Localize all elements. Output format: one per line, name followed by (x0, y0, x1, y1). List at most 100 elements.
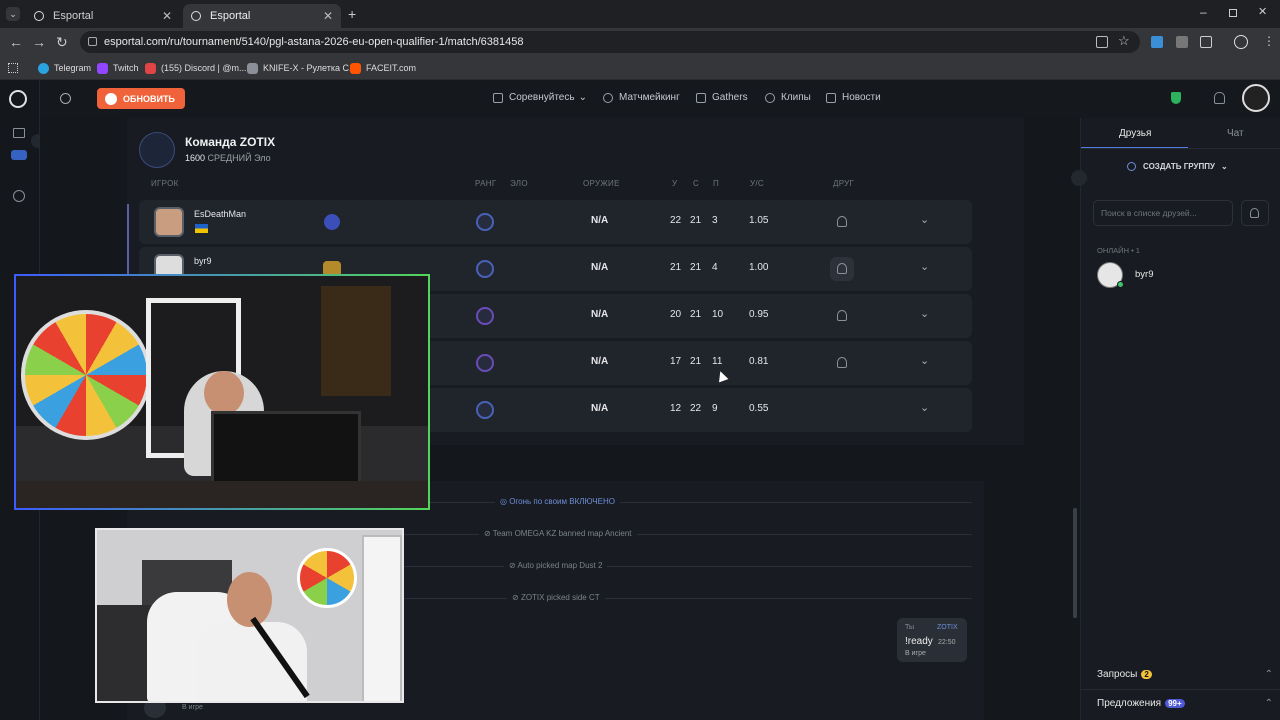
extension-icon[interactable] (1176, 36, 1188, 48)
twitch-icon (97, 62, 108, 74)
weapon: N/A (591, 262, 609, 273)
back-icon[interactable]: ← (9, 34, 23, 50)
prize-wheel-image (297, 548, 357, 608)
minimize-icon[interactable]: – (1200, 5, 1207, 19)
close-tab-icon[interactable]: ✕ (323, 9, 333, 23)
bookmarks-bar: Telegram Twitch (155) Discord | @m... KN… (0, 56, 1280, 80)
reload-icon[interactable]: ↻ (56, 34, 68, 50)
create-group-button[interactable]: СОЗДАТЬ ГРУППУ ⌄ (1127, 162, 1228, 171)
browser-tab[interactable]: Esportal ✕ (26, 4, 180, 28)
extensions-puzzle-icon[interactable] (1200, 36, 1212, 48)
team-icon (139, 132, 175, 168)
tab-title: Esportal (53, 10, 94, 22)
esportal-logo-icon[interactable] (9, 90, 27, 108)
update-button[interactable]: ОБНОВИТЬ (97, 88, 185, 109)
prize-wheel-image (21, 310, 151, 440)
side-icon: ⊘ (512, 593, 521, 602)
broadcast-icon[interactable] (13, 190, 25, 202)
friend-list-item[interactable]: byr9 (1097, 261, 1267, 289)
friends-search-input[interactable]: Поиск в списке друзей... (1093, 200, 1233, 226)
expand-chevron-icon[interactable]: ⌄ (920, 213, 929, 226)
shelf-image (362, 535, 402, 701)
translate-icon[interactable] (1096, 36, 1108, 48)
nav-matchmaking[interactable]: Матчмейкинг (603, 92, 680, 103)
deaths: 22 (690, 403, 702, 414)
nav-gathers[interactable]: Gathers (696, 92, 748, 103)
bookmark-twitch[interactable]: Twitch (97, 60, 139, 76)
nav-clips[interactable]: Клипы (765, 92, 811, 103)
users-icon (1127, 162, 1136, 171)
add-friend-icon (1250, 208, 1259, 218)
add-friend-icon[interactable] (837, 310, 847, 321)
site-top-nav: ОБНОВИТЬ Соревнуйтесь ⌄ Матчмейкинг Gathe… (40, 80, 1280, 118)
bookmark-star-icon[interactable]: ☆ (1118, 33, 1130, 49)
collapse-sidebar-icon[interactable] (1071, 170, 1087, 186)
url-input[interactable]: esportal.com/ru/tournament/5140/pgl-asta… (80, 31, 1140, 53)
chevron-down-icon: ⌄ (578, 92, 587, 103)
esportal-favicon-icon (191, 11, 201, 21)
player-name[interactable]: byr9 (194, 256, 212, 266)
site-info-icon[interactable] (88, 37, 97, 46)
rank-icon (476, 354, 494, 372)
bell-icon[interactable] (1214, 92, 1225, 104)
bookmark-telegram[interactable]: Telegram (38, 60, 91, 76)
team-badge-icon[interactable] (11, 150, 27, 160)
book-icon[interactable] (13, 128, 25, 138)
webcam-overlay-top (14, 274, 430, 510)
expand-chevron-icon[interactable]: ⌄ (920, 401, 929, 414)
update-label: ОБНОВИТЬ (123, 93, 175, 104)
player-row[interactable]: EsDeathMan N/A 22 21 3 1.05 ⌄ (139, 200, 972, 244)
browser-tab-active[interactable]: Esportal ✕ (183, 4, 341, 28)
bookmark-faceit[interactable]: FACEIT.com (350, 60, 416, 76)
tab-friends[interactable]: Друзья (1119, 128, 1151, 139)
sidebar-scrollbar[interactable] (1073, 508, 1076, 618)
maximize-icon[interactable] (1229, 9, 1237, 17)
new-tab-icon[interactable]: + (348, 6, 356, 22)
kills: 12 (670, 403, 682, 414)
user-avatar-icon[interactable] (1242, 84, 1270, 112)
tab-chat[interactable]: Чат (1227, 128, 1244, 139)
shield-icon[interactable] (1171, 92, 1181, 104)
bookmark-knifex[interactable]: KNIFE-X - Рулетка С... (247, 60, 357, 76)
kills: 17 (670, 356, 682, 367)
expand-chevron-icon[interactable]: ⌄ (920, 354, 929, 367)
expand-chevron-icon[interactable]: ⌄ (920, 307, 929, 320)
header-player: ИГРОК (151, 179, 179, 188)
player-name[interactable]: EsDeathMan (194, 209, 246, 219)
friend-name: byr9 (1135, 269, 1154, 280)
search-icon[interactable] (60, 93, 71, 104)
discord-icon (145, 62, 156, 74)
header-weapon: ОРУЖИЕ (583, 179, 620, 188)
close-window-icon[interactable]: ✕ (1258, 5, 1267, 18)
apps-grid-icon[interactable] (8, 63, 18, 73)
close-tab-icon[interactable]: ✕ (162, 9, 172, 23)
ukraine-flag-icon (195, 224, 208, 233)
nav-news[interactable]: Новости (826, 92, 881, 103)
expand-chevron-icon[interactable]: ⌄ (920, 260, 929, 273)
chevron-down-icon: ⌄ (1220, 162, 1228, 171)
painting-image (321, 286, 391, 396)
online-dot-icon (1117, 281, 1124, 288)
level-badge-icon (324, 214, 340, 230)
deaths: 21 (690, 356, 702, 367)
kd-ratio: 0.81 (749, 356, 769, 367)
offers-count-badge: 99+ (1165, 699, 1185, 708)
log-event: ⊘ Team OMEGA KZ banned map Ancient (479, 529, 637, 538)
telegram-icon (38, 62, 49, 74)
add-friend-icon[interactable] (837, 357, 847, 368)
extension-s-icon[interactable] (1151, 36, 1163, 48)
add-friend-icon[interactable] (837, 216, 847, 227)
profile-icon[interactable] (1234, 35, 1248, 49)
news-icon (826, 92, 836, 103)
browser-menu-icon[interactable]: ⋮ (1263, 34, 1275, 48)
tab-list-chevron-icon[interactable]: ⌄ (6, 7, 20, 21)
offers-section[interactable]: Предложения 99+ ⌃ (1097, 698, 1273, 709)
nav-compete[interactable]: Соревнуйтесь ⌄ (493, 92, 587, 103)
mouse-cursor-icon (715, 369, 729, 383)
bookmark-discord[interactable]: (155) Discord | @m... (145, 60, 247, 76)
weapon: N/A (591, 403, 609, 414)
assists: 9 (712, 403, 718, 414)
browser-tab-bar: ⌄ Esportal ✕ Esportal ✕ + – ✕ (0, 0, 1280, 28)
forward-icon[interactable]: → (32, 34, 46, 50)
requests-section[interactable]: Запросы 2 ⌃ (1097, 669, 1273, 680)
